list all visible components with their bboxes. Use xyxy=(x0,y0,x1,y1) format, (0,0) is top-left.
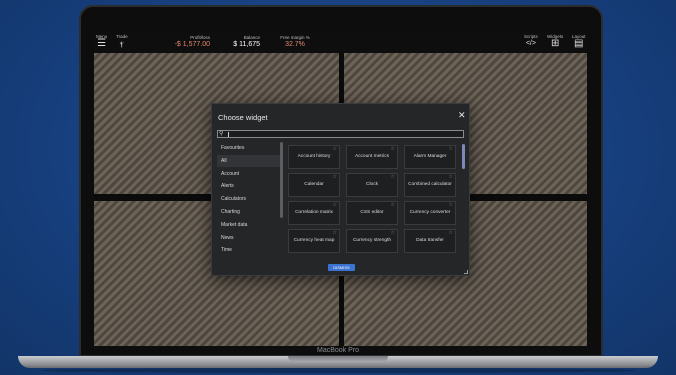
search-icon: ⚲ xyxy=(219,131,224,137)
category-list: Favourites All Account Alerts Calculator… xyxy=(217,142,281,254)
widgets-button[interactable]: Widgets ⊞ xyxy=(547,34,563,49)
category-item[interactable]: Charting xyxy=(217,206,281,218)
category-item[interactable]: Favourites xyxy=(217,142,281,154)
star-icon[interactable]: ☆ xyxy=(449,174,453,180)
laptop-notch xyxy=(288,356,388,362)
search-input[interactable]: ⚲ xyxy=(217,130,464,138)
category-item[interactable]: News xyxy=(217,232,281,244)
widget-card-label: Calendar xyxy=(304,182,324,187)
profit-loss-stat: Profit/loss -$ 1,577.00 xyxy=(170,35,210,48)
category-item[interactable]: Calculators xyxy=(217,193,281,205)
widget-card[interactable]: Currency heat map ☆ xyxy=(288,229,340,253)
free-margin-label: Free margin % xyxy=(280,35,310,40)
balance-label: Balance xyxy=(243,35,260,40)
profit-loss-label: Profit/loss xyxy=(190,35,210,40)
category-item[interactable]: Account xyxy=(217,168,281,180)
laptop-shadow xyxy=(40,368,636,373)
widget-card[interactable]: Account metrics ☆ xyxy=(346,145,398,169)
widget-card[interactable]: Combined calculator ☆ xyxy=(404,173,456,197)
widget-card-label: Account history xyxy=(297,154,331,159)
star-icon[interactable]: ☆ xyxy=(391,230,395,236)
star-icon[interactable]: ☆ xyxy=(391,174,395,180)
trade-button[interactable]: Trade ⲯ xyxy=(116,34,128,49)
widget-card[interactable]: Currency converter ☆ xyxy=(404,201,456,225)
star-icon[interactable]: ☆ xyxy=(333,202,337,208)
widget-card[interactable]: Account history ☆ xyxy=(288,145,340,169)
code-icon: </> xyxy=(525,40,536,47)
widget-card-label: CSS editor xyxy=(360,210,384,215)
category-item[interactable]: Time xyxy=(217,244,281,256)
widget-card-label: Correlation matrix xyxy=(295,210,333,215)
widget-card[interactable]: Correlation matrix ☆ xyxy=(288,201,340,225)
text-caret xyxy=(228,132,229,137)
scripts-button[interactable]: Scripts </> xyxy=(524,34,538,49)
widget-card-label: Account metrics xyxy=(354,154,390,159)
widget-card-label: Data transfer xyxy=(416,238,444,243)
device-label: MacBook Pro xyxy=(316,347,360,354)
category-item[interactable]: Market data xyxy=(217,219,281,231)
widget-card-label: Combined calculator xyxy=(408,182,452,187)
widget-card-label: Alarm Manager xyxy=(413,154,447,159)
balance-value: $ 11,675 xyxy=(233,41,260,48)
widget-grid: Account history ☆ Account metrics ☆ Alarm … xyxy=(288,145,458,257)
star-icon[interactable]: ☆ xyxy=(449,146,453,152)
grid-icon: ⊞ xyxy=(550,38,560,49)
star-icon[interactable]: ☆ xyxy=(449,202,453,208)
free-margin-stat: Free margin % 32.7% xyxy=(280,35,310,48)
layout-button[interactable]: Layout ▤ xyxy=(572,34,586,49)
widget-card[interactable]: Currency strength ☆ xyxy=(346,229,398,253)
choose-widget-dialog: Choose widget ✕ ⚲ Favourites All Account… xyxy=(211,103,470,276)
close-icon[interactable]: ✕ xyxy=(458,111,466,120)
free-margin-value: 32.7% xyxy=(285,41,305,48)
dismiss-button[interactable]: DISMISS xyxy=(328,264,355,271)
widget-card[interactable]: Alarm Manager ☆ xyxy=(404,145,456,169)
category-item[interactable]: Alerts xyxy=(217,180,281,192)
layout-icon: ▤ xyxy=(574,38,584,49)
star-icon[interactable]: ☆ xyxy=(391,146,395,152)
dialog-title: Choose widget xyxy=(218,113,268,122)
app-header: Menu ☰ Trade ⲯ Profit/loss -$ 1,577.00 B… xyxy=(94,32,587,53)
widget-grid-scrollbar[interactable] xyxy=(462,144,465,169)
app-screen: Menu ☰ Trade ⲯ Profit/loss -$ 1,577.00 B… xyxy=(94,32,587,346)
widget-card[interactable]: CSS editor ☆ xyxy=(346,201,398,225)
widget-card[interactable]: Data transfer ☆ xyxy=(404,229,456,253)
menu-button[interactable]: Menu ☰ xyxy=(96,34,107,49)
widget-card-label: Currency converter xyxy=(409,210,451,215)
widget-card-label: Currency heat map xyxy=(293,238,335,243)
star-icon[interactable]: ☆ xyxy=(333,174,337,180)
category-item[interactable]: All xyxy=(217,155,281,167)
balance-stat: Balance $ 11,675 xyxy=(230,35,260,48)
trade-logo-icon: ⲯ xyxy=(119,39,124,48)
category-scrollbar[interactable] xyxy=(280,142,283,218)
widget-card-label: Clock xyxy=(366,182,378,187)
profit-loss-value: -$ 1,577.00 xyxy=(174,41,210,48)
widget-card[interactable]: Clock ☆ xyxy=(346,173,398,197)
widget-card[interactable]: Calendar ☆ xyxy=(288,173,340,197)
star-icon[interactable]: ☆ xyxy=(333,230,337,236)
widget-card-label: Currency strength xyxy=(352,238,392,243)
resize-handle[interactable] xyxy=(464,270,468,274)
star-icon[interactable]: ☆ xyxy=(449,230,453,236)
star-icon[interactable]: ☆ xyxy=(333,146,337,152)
hamburger-icon: ☰ xyxy=(97,38,107,49)
star-icon[interactable]: ☆ xyxy=(391,202,395,208)
